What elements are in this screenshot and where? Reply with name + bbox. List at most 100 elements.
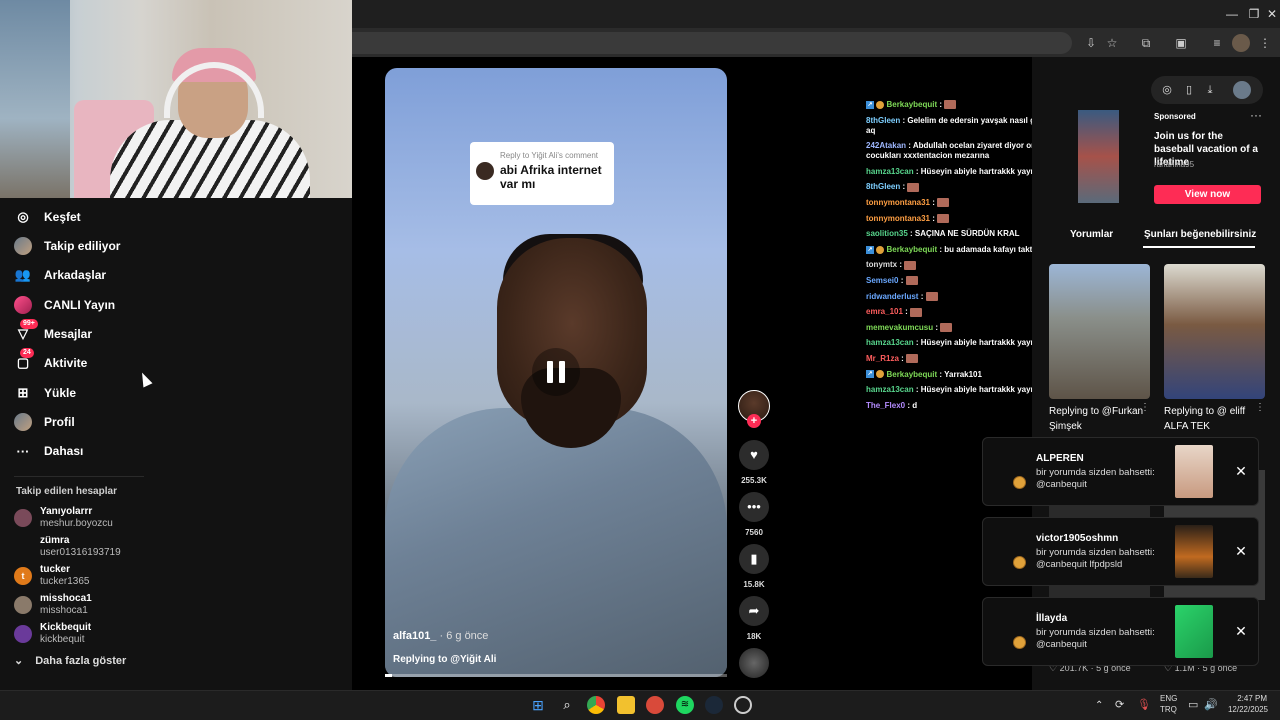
sponsored-label: Sponsored xyxy=(1154,112,1196,121)
account-user: meshur.boyozcu xyxy=(40,518,113,529)
chat-username[interactable]: 242Atakan xyxy=(866,141,906,150)
mention-notification[interactable]: İllayda bir yorumda sizden bahsetti: @ca… xyxy=(982,597,1259,666)
follow-button[interactable]: + xyxy=(747,414,761,428)
address-bar[interactable] xyxy=(352,32,1072,54)
mention-notification[interactable]: ALPEREN bir yorumda sizden bahsetti: @ca… xyxy=(982,437,1259,506)
account-item[interactable]: Kickbequit kickbequit xyxy=(14,622,91,646)
nav-more[interactable]: ··· Dahası xyxy=(14,439,84,463)
chat-username[interactable]: hamza13can xyxy=(866,167,914,176)
notification-thumbnail xyxy=(1175,605,1213,658)
close-icon[interactable]: ✕ xyxy=(1234,544,1248,558)
chat-username[interactable]: tonnymontana31 xyxy=(866,198,930,207)
install-icon[interactable]: ⇩ xyxy=(1082,34,1100,52)
chrome-icon[interactable] xyxy=(587,696,605,714)
save-button[interactable]: ▮ xyxy=(739,544,769,574)
clock-time[interactable]: 2:47 PM xyxy=(1230,694,1267,703)
compass-icon[interactable]: ◎ xyxy=(1158,81,1176,99)
chat-username[interactable]: tonymtx xyxy=(866,260,897,269)
maximize-button[interactable]: ❐ xyxy=(1244,6,1264,22)
chat-username[interactable]: Berkaybequit xyxy=(886,245,937,254)
language-indicator[interactable]: ENG xyxy=(1160,694,1177,703)
chat-username[interactable]: Mr_R1za xyxy=(866,354,899,363)
nav-kesfet[interactable]: ◎ Keşfet xyxy=(14,205,80,229)
download-icon[interactable]: ⤓ xyxy=(1201,81,1219,99)
account-item[interactable]: Yanıyolarrr meshur.boyozcu xyxy=(14,506,113,530)
chat-username[interactable]: hamza13can xyxy=(866,385,914,394)
video-author[interactable]: alfa101_ · 6 g önce xyxy=(393,630,488,642)
extensions-icon[interactable]: ⧉ xyxy=(1137,34,1155,52)
more-options-icon[interactable]: ⋮ xyxy=(1140,402,1150,413)
chat-username[interactable]: Semsei0 xyxy=(866,276,898,285)
nav-live[interactable]: CANLI Yayın xyxy=(14,293,115,317)
like-count: 255.3K xyxy=(741,476,767,485)
profile-avatar[interactable] xyxy=(1233,81,1251,99)
more-options-icon[interactable]: ··· xyxy=(1250,108,1262,122)
nav-profile[interactable]: Profil xyxy=(14,410,75,434)
nav-following[interactable]: Takip ediliyor xyxy=(14,234,120,258)
sync-icon[interactable]: ⟳ xyxy=(1115,698,1124,711)
chat-username[interactable]: emra_101 xyxy=(866,307,903,316)
chevron-up-icon[interactable]: ⌃ xyxy=(1095,700,1103,711)
chat-text: : xyxy=(905,307,908,317)
file-explorer-icon[interactable] xyxy=(617,696,635,714)
chat-username[interactable]: 8thGleen xyxy=(866,116,900,125)
show-more-button[interactable]: ⌄ Daha fazla göster xyxy=(14,654,126,668)
account-item[interactable]: zümra user01316193719 xyxy=(14,535,121,559)
app-icon[interactable] xyxy=(734,696,752,714)
pause-button[interactable] xyxy=(532,348,580,396)
tab-comments[interactable]: Yorumlar xyxy=(1070,229,1113,240)
chat-username[interactable]: Berkaybequit xyxy=(886,100,937,109)
chat-username[interactable]: tonnymontana31 xyxy=(866,214,930,223)
video-progress-bar[interactable] xyxy=(385,674,727,677)
chat-username[interactable]: ridwanderlust xyxy=(866,292,918,301)
steam-icon[interactable] xyxy=(705,696,723,714)
mention-notification[interactable]: victor1905oshmn bir yorumda sizden bahse… xyxy=(982,517,1259,586)
share-button[interactable]: ➦ xyxy=(739,596,769,626)
following-title: Takip edilen hesaplar xyxy=(16,486,117,497)
comment-button[interactable]: ••• xyxy=(739,492,769,522)
nav-activity[interactable]: ▢ 24 Aktivite xyxy=(14,348,88,375)
nav-upload[interactable]: ⊞ Yükle xyxy=(14,381,76,405)
chat-username[interactable]: The_Flex0 xyxy=(866,401,905,410)
spotify-icon[interactable]: ≋ xyxy=(676,696,694,714)
mic-icon[interactable]: 🎙 xyxy=(1137,698,1151,711)
close-icon[interactable]: ✕ xyxy=(1234,624,1248,638)
sponsored-image[interactable] xyxy=(1078,110,1119,203)
chat-text: : xyxy=(939,100,943,109)
nav-label: Yükle xyxy=(44,386,77,400)
phone-icon[interactable]: ▯ xyxy=(1180,81,1198,99)
compass-icon: ◎ xyxy=(17,209,29,224)
comment-count: 7560 xyxy=(745,528,763,537)
star-icon[interactable]: ☆ xyxy=(1103,34,1121,52)
app-icon[interactable] xyxy=(646,696,664,714)
view-now-button[interactable]: View now xyxy=(1154,185,1261,204)
notification-message: bir yorumda sizden bahsetti: @canbequit xyxy=(1036,467,1155,490)
chat-username[interactable]: 8thGleen xyxy=(866,182,900,191)
reading-list-icon[interactable]: ≡ xyxy=(1208,34,1226,52)
video-thumbnail[interactable] xyxy=(1049,264,1150,399)
chat-username[interactable]: Berkaybequit xyxy=(886,370,937,379)
start-icon[interactable]: ⊞ xyxy=(529,696,547,714)
media-icon[interactable]: ▣ xyxy=(1172,34,1190,52)
nav-messages[interactable]: ▽ 99+ Mesajlar xyxy=(14,319,92,346)
close-window-button[interactable]: ✕ xyxy=(1262,6,1280,22)
display-icon[interactable]: ▭ xyxy=(1188,698,1198,711)
menu-icon[interactable]: ⋮ xyxy=(1256,34,1274,52)
chat-username[interactable]: saolition35 xyxy=(866,229,908,238)
nav-friends[interactable]: 👥 Arkadaşlar xyxy=(14,263,106,287)
more-options-icon[interactable]: ⋮ xyxy=(1255,402,1265,413)
account-item[interactable]: t tucker tucker1365 xyxy=(14,564,89,588)
tab-you-may-like[interactable]: Şunları beğenebilirsiniz xyxy=(1144,229,1256,240)
volume-icon[interactable]: 🔊 xyxy=(1204,698,1218,711)
chat-username[interactable]: memevakumcusu xyxy=(866,323,933,332)
nav-label: Aktivite xyxy=(44,356,88,370)
search-icon[interactable]: ⌕ xyxy=(558,696,576,714)
profile-icon[interactable] xyxy=(1232,34,1250,52)
minimize-button[interactable]: — xyxy=(1222,6,1242,22)
music-disc-icon[interactable] xyxy=(739,648,769,678)
chat-username[interactable]: hamza13can xyxy=(866,338,914,347)
video-thumbnail[interactable] xyxy=(1164,264,1265,399)
account-item[interactable]: misshoca1 misshoca1 xyxy=(14,593,92,617)
close-icon[interactable]: ✕ xyxy=(1234,464,1248,478)
like-button[interactable]: ♥ xyxy=(739,440,769,470)
